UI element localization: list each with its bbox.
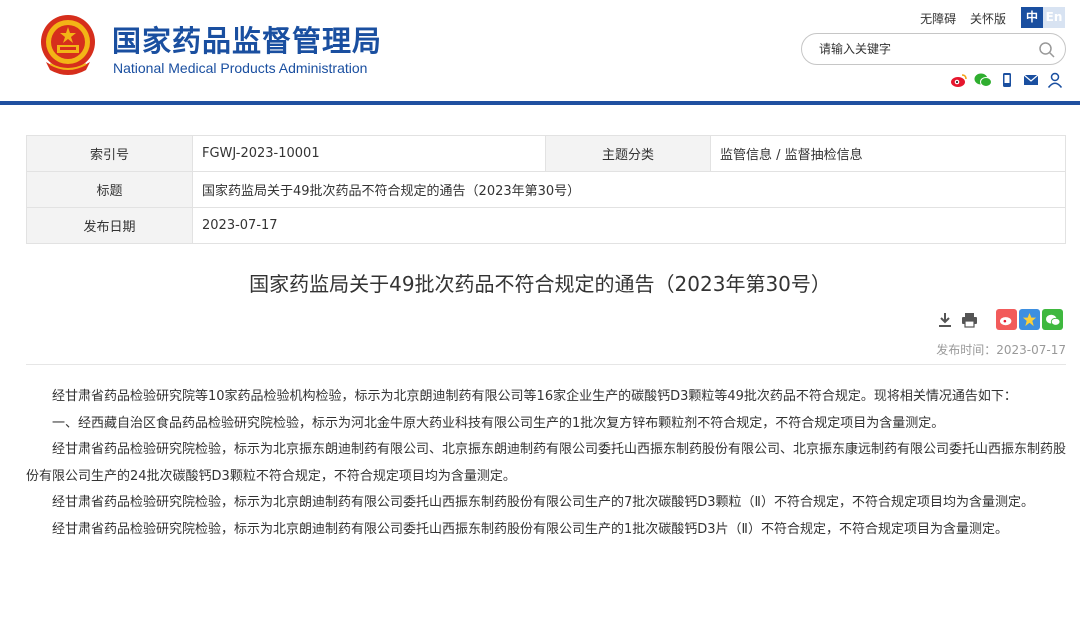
paragraph: 经甘肃省药品检验研究院检验，标示为北京朗迪制药有限公司委托山西振东制药股份有限公… (52, 495, 1034, 510)
user-icon[interactable] (1046, 72, 1064, 88)
lang-zh-button[interactable]: 中 (1021, 7, 1043, 28)
wechat-share-icon[interactable] (1042, 309, 1063, 330)
search-icon[interactable] (1038, 41, 1056, 59)
date-value: 2023-07-17 (192, 207, 1066, 244)
site-header: 国家药品监督管理局 National Medical Products Admi… (0, 0, 1080, 104)
care-mode-link[interactable]: 关怀版 (970, 12, 1006, 26)
search-box (801, 33, 1066, 65)
lang-en-button[interactable]: En (1043, 7, 1065, 28)
category-label: 主题分类 (545, 135, 711, 172)
language-switch: 中 En (1021, 7, 1065, 28)
weibo-share-icon[interactable] (996, 309, 1017, 330)
paragraph: 经甘肃省药品检验研究院检验，标示为北京振东朗迪制药有限公司、北京振东朗迪制药有限… (26, 442, 1067, 484)
weibo-icon[interactable] (950, 72, 968, 88)
top-links: 无障碍 关怀版 (910, 10, 1006, 27)
publish-info-bar: 发布时间：2023-07-17 (26, 331, 1066, 365)
document-info-table: 索引号 FGWJ-2023-10001 主题分类 监管信息 / 监督抽检信息 标… (26, 135, 1066, 244)
national-emblem-icon[interactable] (36, 12, 100, 78)
paragraph: 一、经西藏自治区食品药品检验研究院检验，标示为河北金牛原大药业科技有限公司生产的… (52, 415, 945, 431)
info-row-index: 索引号 FGWJ-2023-10001 主题分类 监管信息 / 监督抽检信息 (26, 135, 1066, 172)
info-row-title: 标题 国家药监局关于49批次药品不符合规定的通告（2023年第30号） (26, 171, 1066, 208)
info-row-date: 发布日期 2023-07-17 (26, 207, 1066, 244)
header-divider (0, 101, 1080, 105)
qzone-share-icon[interactable] (1019, 309, 1040, 330)
index-value: FGWJ-2023-10001 (192, 135, 546, 172)
publish-time: 发布时间：2023-07-17 (936, 343, 1066, 357)
download-icon[interactable] (936, 311, 954, 329)
index-label: 索引号 (26, 135, 193, 172)
title-label: 标题 (26, 171, 193, 208)
article-content: 经甘肃省药品检验研究院等10家药品检验机构检验，标示为北京朗迪制药有限公司等16… (26, 384, 1066, 543)
mobile-icon[interactable] (998, 72, 1016, 88)
site-title-english[interactable]: National Medical Products Administration (113, 60, 367, 76)
print-icon[interactable] (960, 311, 978, 329)
paragraph: 经甘肃省药品检验研究院等10家药品检验机构检验，标示为北京朗迪制药有限公司等16… (52, 389, 1017, 404)
search-input[interactable] (802, 34, 1022, 64)
article-tools (936, 309, 1063, 330)
paragraph: 经甘肃省药品检验研究院检验，标示为北京朗迪制药有限公司委托山西振东制药股份有限公… (52, 521, 1008, 537)
category-value: 监管信息 / 监督抽检信息 (710, 135, 1066, 172)
site-title[interactable]: 国家药品监督管理局 (112, 18, 382, 60)
wechat-icon[interactable] (974, 72, 992, 88)
article-title: 国家药监局关于49批次药品不符合规定的通告（2023年第30号） (249, 272, 831, 296)
mail-icon[interactable] (1022, 72, 1040, 88)
accessibility-link[interactable]: 无障碍 (920, 12, 956, 26)
title-value: 国家药监局关于49批次药品不符合规定的通告（2023年第30号） (192, 171, 1066, 208)
social-links (950, 72, 1064, 88)
date-label: 发布日期 (26, 207, 193, 244)
